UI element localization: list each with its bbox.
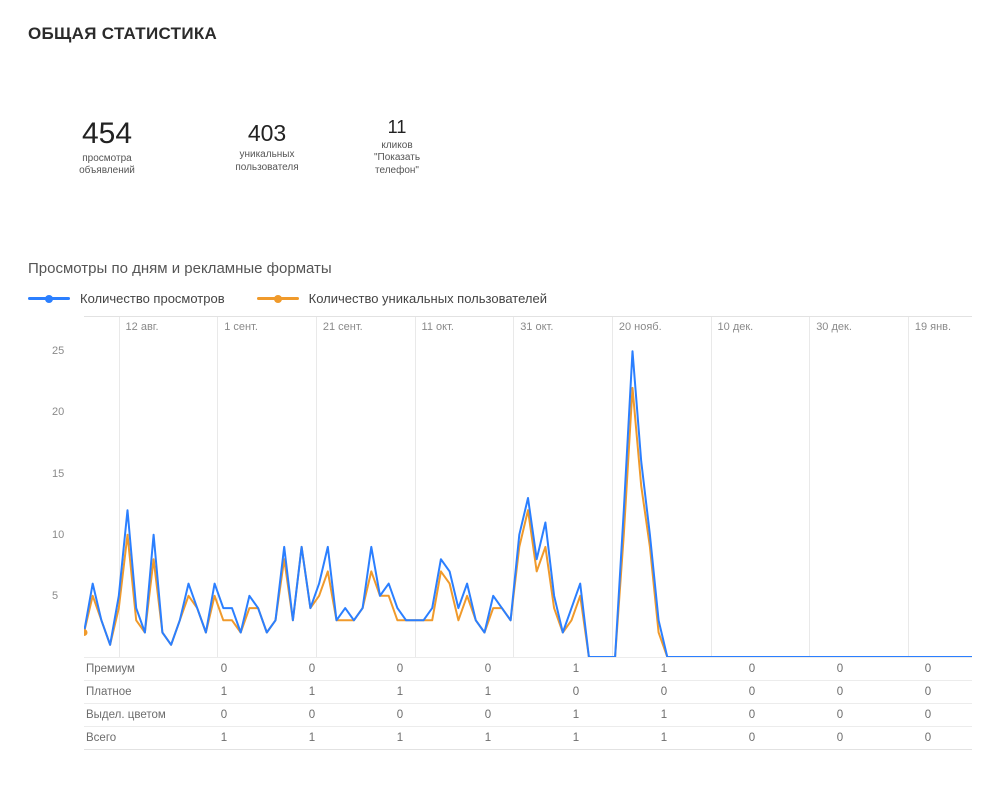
- y-tick-label: 10: [52, 529, 64, 541]
- table-cell: 1: [268, 727, 356, 750]
- stat-value: 11: [388, 117, 407, 138]
- series-start-marker: [84, 629, 88, 636]
- table-cell: 1: [268, 681, 356, 704]
- table-cell: 0: [796, 681, 884, 704]
- table-cell: 0: [180, 658, 268, 681]
- chart-data-table: Премиум000011000Платное111100000Выдел. ц…: [84, 657, 972, 749]
- table-cell: 1: [532, 658, 620, 681]
- table-cell: 0: [268, 704, 356, 727]
- table-cell: 0: [268, 658, 356, 681]
- chart-container: 12 авг.1 сент.21 сент.11 окт.31 окт.20 н…: [84, 316, 972, 750]
- page-title: ОБЩАЯ СТАТИСТИКА: [28, 24, 972, 44]
- table-row-header: Платное: [84, 681, 180, 704]
- table-cell: 1: [444, 727, 532, 750]
- table-row: Платное111100000: [84, 681, 972, 704]
- legend-item-unique: Количество уникальных пользователей: [257, 291, 547, 306]
- legend-swatch-blue: [28, 297, 70, 300]
- stat-value: 403: [248, 120, 286, 147]
- table-row: Премиум000011000: [84, 658, 972, 681]
- stat-label: кликов "Показать телефон": [374, 140, 420, 178]
- legend-item-views: Количество просмотров: [28, 291, 225, 306]
- table-cell: 0: [708, 658, 796, 681]
- table-cell: 1: [356, 727, 444, 750]
- table-cell: 0: [884, 727, 972, 750]
- table-cell: 0: [884, 704, 972, 727]
- chart-title: Просмотры по дням и рекламные форматы: [28, 260, 972, 277]
- table-cell: 0: [884, 658, 972, 681]
- table-cell: 1: [620, 727, 708, 750]
- table-cell: 0: [708, 727, 796, 750]
- table-cell: 1: [620, 704, 708, 727]
- chart-plot: 12 авг.1 сент.21 сент.11 окт.31 окт.20 н…: [84, 317, 972, 657]
- table-cell: 0: [444, 704, 532, 727]
- table-row: Выдел. цветом000011000: [84, 704, 972, 727]
- table-cell: 0: [180, 704, 268, 727]
- table-cell: 0: [620, 681, 708, 704]
- table-cell: 0: [796, 727, 884, 750]
- table-cell: 0: [532, 681, 620, 704]
- legend-label: Количество уникальных пользователей: [309, 291, 547, 306]
- summary-circles: 454 просмотра объявлений 403 уникальных …: [28, 68, 972, 226]
- table-cell: 0: [796, 704, 884, 727]
- table-cell: 1: [532, 727, 620, 750]
- y-tick-label: 15: [52, 468, 64, 480]
- table-cell: 0: [708, 704, 796, 727]
- table-cell: 1: [444, 681, 532, 704]
- table-row: Всего111111000: [84, 727, 972, 750]
- table-cell: 0: [444, 658, 532, 681]
- table-cell: 1: [532, 704, 620, 727]
- y-tick-label: 25: [52, 345, 64, 357]
- stat-label: уникальных пользователя: [235, 149, 298, 174]
- chart-legend: Количество просмотров Количество уникаль…: [28, 291, 972, 306]
- table-cell: 0: [356, 658, 444, 681]
- table-row-header: Выдел. цветом: [84, 704, 180, 727]
- table-cell: 0: [708, 681, 796, 704]
- line-unique: [84, 388, 972, 657]
- table-row-header: Всего: [84, 727, 180, 750]
- y-tick-label: 5: [52, 590, 58, 602]
- chart-lines: [84, 317, 972, 657]
- table-cell: 0: [884, 681, 972, 704]
- table-cell: 1: [620, 658, 708, 681]
- table-cell: 1: [356, 681, 444, 704]
- table-cell: 1: [180, 681, 268, 704]
- stat-circle-views: 454 просмотра объявлений: [28, 68, 186, 226]
- y-tick-label: 20: [52, 406, 64, 418]
- table-cell: 0: [796, 658, 884, 681]
- table-cell: 0: [356, 704, 444, 727]
- stat-value: 454: [82, 117, 132, 151]
- legend-label: Количество просмотров: [80, 291, 225, 306]
- legend-swatch-orange: [257, 297, 299, 300]
- stat-circle-unique: 403 уникальных пользователя: [204, 84, 330, 210]
- table-row-header: Премиум: [84, 658, 180, 681]
- stat-label: просмотра объявлений: [79, 153, 135, 178]
- stat-circle-clicks: 11 кликов "Показать телефон": [348, 98, 446, 196]
- table-cell: 1: [180, 727, 268, 750]
- line-views: [84, 351, 972, 657]
